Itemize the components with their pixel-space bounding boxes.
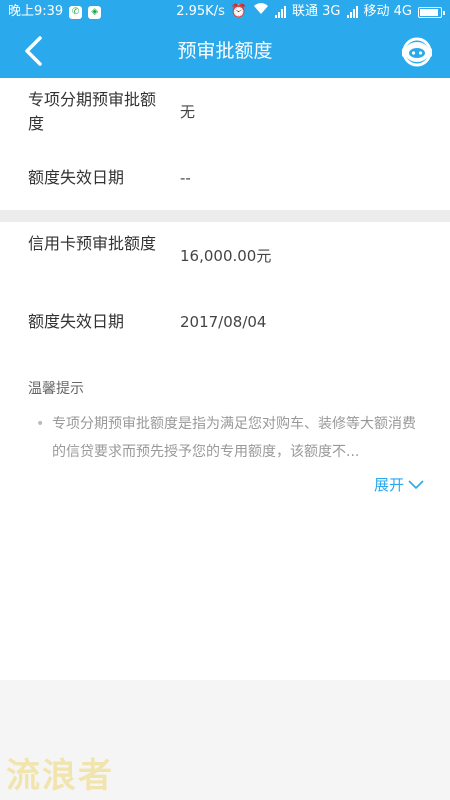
- top-header: 晚上9:39 ✆ ◈ 2.95K/s ⏰ 联通 3G 移动 4G 预审批额度: [0, 0, 450, 78]
- special-expiry-label: 额度失效日期: [28, 168, 125, 187]
- network-speed: 2.95K/s: [176, 4, 225, 19]
- customer-service-button[interactable]: [398, 32, 436, 70]
- battery-icon: [418, 6, 445, 18]
- status-bar: 晚上9:39 ✆ ◈ 2.95K/s ⏰ 联通 3G 移动 4G: [0, 0, 450, 24]
- special-quota-value: 无: [180, 103, 196, 121]
- status-time: 晚上9:39: [8, 4, 64, 19]
- tips-text: 专项分期预审批额度是指为满足您对购车、装修等大额消费的信贷要求而预先授予您的专用…: [52, 416, 416, 460]
- bullet-icon: •: [36, 416, 45, 432]
- credit-card-section: 信用卡预审批额度 16,000.00元 额度失效日期 2017/08/04 温馨…: [0, 222, 450, 680]
- credit-quota-value: 16,000.00元: [180, 247, 272, 265]
- watermark-text: 流浪者: [6, 756, 114, 796]
- signal-icon-1: [275, 6, 287, 18]
- expand-button[interactable]: 展开: [374, 474, 424, 495]
- carrier-2: 移动 4G: [363, 4, 412, 19]
- special-quota-label: 专项分期预审批额度: [28, 90, 157, 133]
- special-expiry-value: --: [180, 169, 191, 187]
- wifi-icon: [253, 0, 269, 24]
- shield-notification-icon: ◈: [88, 5, 102, 19]
- page-title: 预审批额度: [177, 40, 273, 62]
- alarm-icon: ⏰: [230, 4, 248, 19]
- credit-expiry-value: 2017/08/04: [180, 313, 267, 331]
- credit-quota-label: 信用卡预审批额度: [28, 234, 157, 253]
- nav-bar: 预审批额度: [0, 24, 450, 78]
- app-notification-icon: ✆: [69, 5, 83, 19]
- customer-service-icon: [402, 37, 432, 67]
- section-divider: [0, 210, 450, 222]
- tips-title: 温馨提示: [28, 381, 84, 397]
- carrier-1: 联通 3G: [292, 4, 341, 19]
- special-installment-section: 专项分期预审批额度 无 额度失效日期 --: [0, 78, 450, 210]
- chevron-down-icon: [408, 479, 424, 489]
- expand-label: 展开: [373, 476, 404, 494]
- signal-icon-2: [346, 6, 358, 18]
- credit-expiry-label: 额度失效日期: [28, 312, 125, 331]
